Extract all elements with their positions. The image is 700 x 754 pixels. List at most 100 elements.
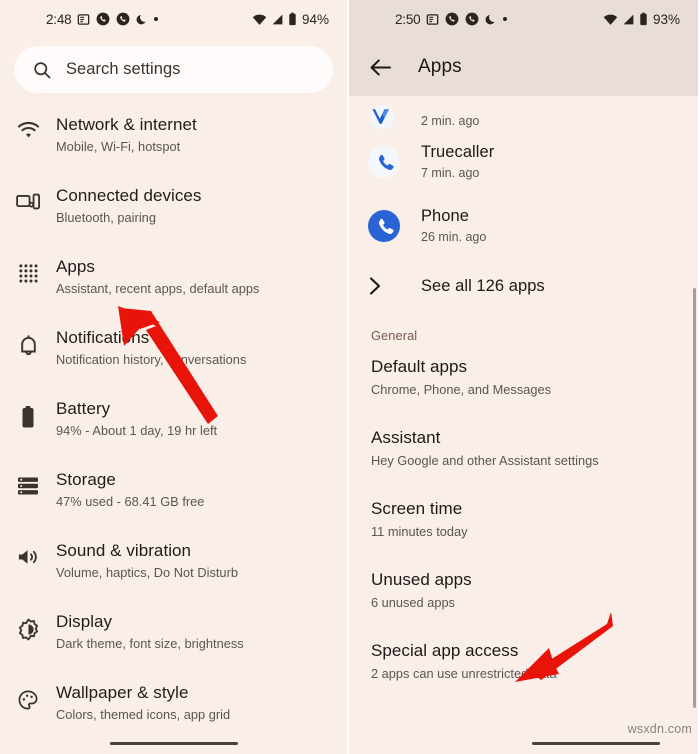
dot-icon	[503, 17, 508, 21]
status-battery-percent: 94%	[301, 11, 329, 27]
crescent-moon-icon	[136, 13, 148, 26]
page-title: Apps	[418, 56, 462, 77]
wifi-icon	[603, 13, 618, 26]
list-item-screen-time[interactable]: Screen time 11 minutes today	[349, 491, 698, 562]
search-input[interactable]: Search settings	[66, 60, 180, 79]
status-time: 2:48	[46, 11, 72, 27]
battery-icon	[639, 12, 648, 26]
list-item-time: 26 min. ago	[421, 230, 487, 244]
settings-subtitle: 94% - About 1 day, 19 hr left	[56, 423, 218, 438]
sidebar-item-wallpaper-style[interactable]: Wallpaper & style Colors, themed icons, …	[0, 677, 347, 748]
settings-subtitle: Volume, haptics, Do Not Disturb	[56, 565, 238, 580]
sidebar-item-network-internet[interactable]: Network & internet Mobile, Wi-Fi, hotspo…	[0, 109, 347, 180]
settings-title: Connected devices	[56, 186, 202, 205]
list-item-subtitle: Hey Google and other Assistant settings	[371, 453, 599, 468]
list-item[interactable]: 2 min. ago	[349, 96, 698, 130]
see-all-apps-row[interactable]: See all 126 apps	[349, 258, 698, 314]
list-item-special-app-access[interactable]: Special app access 2 apps can use unrest…	[349, 633, 698, 704]
list-item-name: Phone	[421, 207, 469, 225]
list-item-subtitle: 2 apps can use unrestricted data	[371, 666, 557, 681]
settings-title: Network & internet	[56, 115, 197, 134]
phone-icon	[367, 209, 421, 243]
gesture-nav-handle[interactable]	[109, 741, 238, 745]
phone-call-icon	[96, 12, 110, 26]
sidebar-item-connected-devices[interactable]: Connected devices Bluetooth, pairing	[0, 180, 347, 251]
truecaller-icon	[367, 145, 421, 179]
list-item-subtitle: Chrome, Phone, and Messages	[371, 382, 551, 397]
watermark: wsxdn.com	[627, 722, 692, 736]
devices-icon	[0, 180, 56, 211]
sidebar-item-sound-vibration[interactable]: Sound & vibration Volume, haptics, Do No…	[0, 535, 347, 606]
settings-title: Battery	[56, 399, 111, 418]
sidebar-item-apps[interactable]: Apps Assistant, recent apps, default app…	[0, 251, 347, 322]
left-phone-screen: 2:48 94% Search settings Network & inter…	[0, 0, 349, 754]
battery-icon	[288, 12, 297, 26]
vertical-scrollbar[interactable]	[693, 288, 696, 708]
wifi-icon	[252, 13, 267, 26]
list-item[interactable]: Phone 26 min. ago	[349, 194, 698, 258]
right-phone-screen: 2:50 93% Apps 2 min. ago Truecaller 7 mi…	[349, 0, 698, 754]
sidebar-item-display[interactable]: Display Dark theme, font size, brightnes…	[0, 606, 347, 677]
sidebar-item-battery[interactable]: Battery 94% - About 1 day, 19 hr left	[0, 393, 347, 464]
settings-title: Sound & vibration	[56, 541, 192, 560]
list-item-subtitle: 6 unused apps	[371, 595, 455, 610]
list-item[interactable]: Truecaller 7 min. ago	[349, 130, 698, 194]
message-icon	[77, 13, 90, 26]
search-icon	[32, 60, 52, 80]
storage-icon	[0, 464, 56, 496]
settings-subtitle: 47% used - 68.41 GB free	[56, 494, 205, 509]
list-item-title: Unused apps	[371, 570, 472, 589]
signal-icon	[271, 13, 284, 26]
search-settings-bar[interactable]: Search settings	[14, 46, 333, 93]
brightness-icon	[0, 606, 56, 641]
crescent-moon-icon	[485, 13, 497, 26]
settings-title: Apps	[56, 257, 95, 276]
gesture-nav-handle[interactable]	[532, 741, 660, 745]
right-status-right-group: 93%	[603, 12, 680, 27]
phone-call-icon	[116, 12, 130, 26]
list-item-name: Truecaller	[421, 143, 495, 161]
settings-title: Wallpaper & style	[56, 683, 189, 702]
list-item-title: Default apps	[371, 357, 468, 376]
list-item-title: Assistant	[371, 428, 441, 447]
wifi-icon	[0, 109, 56, 140]
bell-icon	[0, 322, 56, 357]
settings-subtitle: Notification history, conversations	[56, 352, 247, 367]
left-status-right-group: 94%	[252, 12, 329, 27]
apps-grid-icon	[0, 251, 56, 284]
list-item-time: 2 min. ago	[421, 114, 480, 128]
back-arrow-icon[interactable]	[369, 58, 392, 77]
right-status-left-group: 2:50	[395, 11, 508, 27]
list-item-assistant[interactable]: Assistant Hey Google and other Assistant…	[349, 420, 698, 491]
apps-scroll-content: 2 min. ago Truecaller 7 min. ago Phone 2…	[349, 96, 698, 704]
chevron-right-icon	[367, 276, 421, 296]
status-time: 2:50	[395, 11, 421, 27]
list-item-unused-apps[interactable]: Unused apps 6 unused apps	[349, 562, 698, 633]
sidebar-item-notifications[interactable]: Notifications Notification history, conv…	[0, 322, 347, 393]
right-status-bar: 2:50 93%	[349, 0, 698, 38]
settings-subtitle: Mobile, Wi-Fi, hotspot	[56, 139, 181, 154]
truecaller-icon	[367, 104, 421, 130]
dual-phone-screenshot: 2:48 94% Search settings Network & inter…	[0, 0, 700, 754]
palette-icon	[0, 677, 56, 711]
section-header-general: General	[371, 328, 418, 343]
settings-subtitle: Colors, themed icons, app grid	[56, 707, 231, 722]
dot-icon	[154, 17, 159, 21]
message-icon	[426, 13, 439, 26]
settings-title: Display	[56, 612, 113, 631]
see-all-apps-label: See all 126 apps	[421, 276, 545, 295]
volume-icon	[0, 535, 56, 567]
list-item-time: 7 min. ago	[421, 166, 480, 180]
settings-list: Network & internet Mobile, Wi-Fi, hotspo…	[0, 109, 347, 748]
settings-subtitle: Bluetooth, pairing	[56, 210, 156, 225]
app-bar: Apps	[349, 38, 698, 96]
list-item-title: Screen time	[371, 499, 463, 518]
left-status-left-group: 2:48	[46, 11, 159, 27]
phone-call-icon	[465, 12, 479, 26]
signal-icon	[622, 13, 635, 26]
left-status-bar: 2:48 94%	[0, 0, 347, 38]
list-item-default-apps[interactable]: Default apps Chrome, Phone, and Messages	[349, 349, 698, 420]
settings-title: Storage	[56, 470, 116, 489]
battery-icon	[0, 393, 56, 429]
sidebar-item-storage[interactable]: Storage 47% used - 68.41 GB free	[0, 464, 347, 535]
